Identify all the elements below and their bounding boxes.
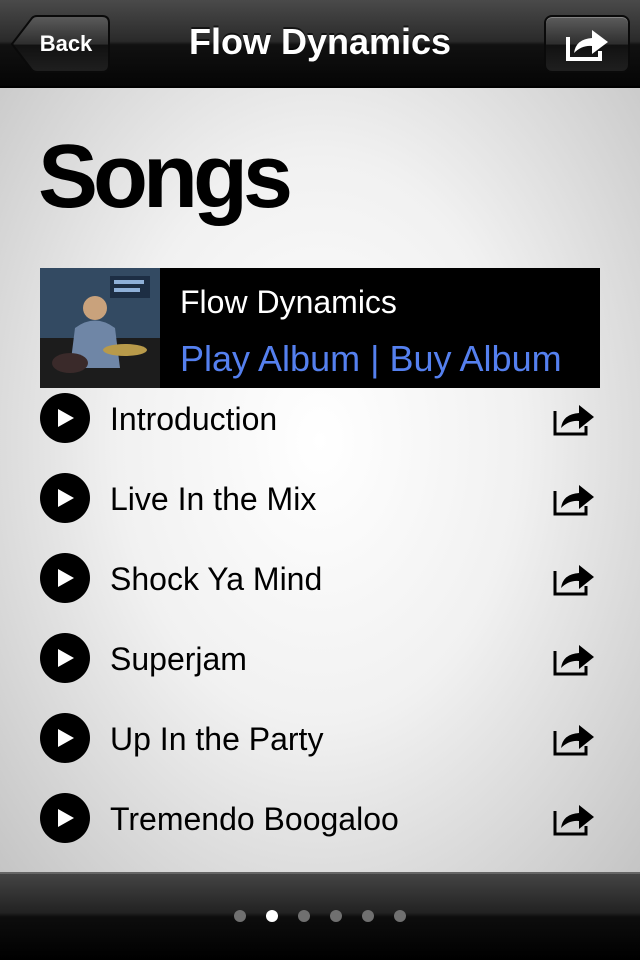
share-arrow-icon[interactable] (552, 639, 596, 677)
page-title: Songs (38, 127, 293, 227)
play-icon (58, 409, 74, 427)
navigation-bar: Back Flow Dynamics (0, 0, 640, 88)
play-icon (58, 569, 74, 587)
page-dot[interactable] (234, 910, 246, 922)
album-name: Flow Dynamics (180, 284, 397, 320)
play-button[interactable] (40, 633, 90, 683)
share-arrow-icon[interactable] (552, 719, 596, 757)
share-arrow-icon[interactable] (552, 799, 596, 837)
page-indicator[interactable] (0, 910, 640, 922)
album-links-separator: | (370, 338, 380, 379)
song-row: Tremendo Boogaloo (0, 783, 640, 863)
back-button[interactable]: Back (10, 15, 110, 73)
share-arrow-icon[interactable] (552, 399, 596, 437)
page-dot[interactable] (362, 910, 374, 922)
play-button[interactable] (40, 713, 90, 763)
album-bar: Flow Dynamics Play Album | Buy Album (40, 268, 600, 388)
content-area: Songs Flow Dynamics Play Album | Buy Alb… (0, 88, 640, 872)
song-row: Shock Ya Mind (0, 543, 640, 623)
play-icon (58, 809, 74, 827)
share-button[interactable] (544, 15, 630, 73)
share-arrow-icon[interactable] (552, 559, 596, 597)
share-arrow-icon[interactable] (552, 479, 596, 517)
buy-album-link[interactable]: Buy Album (389, 338, 561, 379)
bottom-bar (0, 872, 640, 960)
nav-title: Flow Dynamics (188, 21, 452, 62)
page-dot[interactable] (330, 910, 342, 922)
share-arrow-icon (566, 30, 608, 61)
play-button[interactable] (40, 793, 90, 843)
song-row: Live In the Mix (0, 463, 640, 543)
play-album-link[interactable]: Play Album (180, 338, 360, 379)
play-button[interactable] (40, 473, 90, 523)
song-row: Superjam (0, 623, 640, 703)
play-button[interactable] (40, 553, 90, 603)
song-title[interactable]: Superjam (110, 641, 247, 678)
song-title[interactable]: Introduction (110, 401, 277, 438)
play-icon (58, 649, 74, 667)
song-title[interactable]: Live In the Mix (110, 481, 316, 518)
song-title[interactable]: Tremendo Boogaloo (110, 801, 399, 838)
play-icon (58, 729, 74, 747)
album-links: Play Album | Buy Album (180, 338, 562, 380)
album-cover-art (40, 268, 160, 388)
album-cover-image (40, 268, 160, 388)
page-dot[interactable] (298, 910, 310, 922)
song-title[interactable]: Up In the Party (110, 721, 323, 758)
song-title[interactable]: Shock Ya Mind (110, 561, 322, 598)
play-button[interactable] (40, 393, 90, 443)
song-row: Introduction (0, 383, 640, 463)
page-dot[interactable] (266, 910, 278, 922)
page-dot[interactable] (394, 910, 406, 922)
play-icon (58, 489, 74, 507)
back-button-label: Back (39, 31, 93, 56)
song-row: Up In the Party (0, 703, 640, 783)
